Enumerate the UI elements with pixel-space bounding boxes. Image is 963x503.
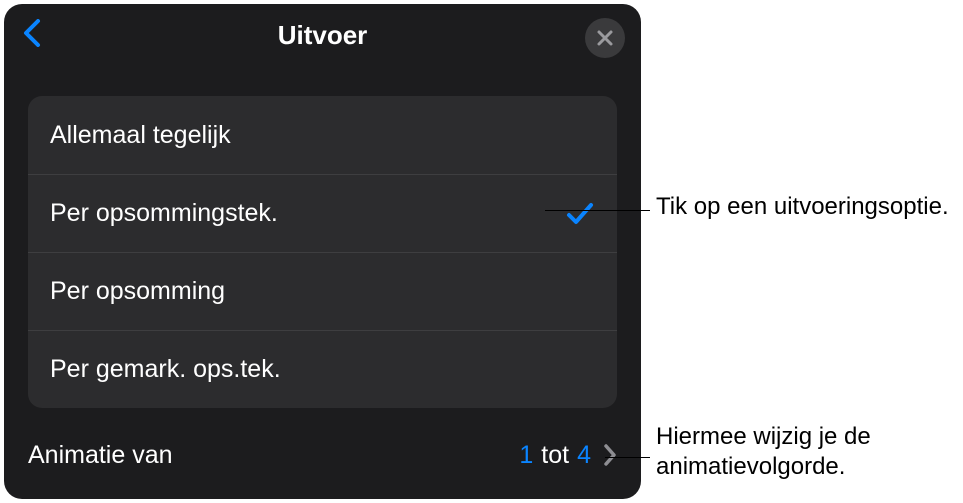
close-button[interactable]	[585, 18, 625, 58]
option-label: Allemaal tegelijk	[50, 121, 231, 150]
back-button[interactable]	[18, 18, 46, 48]
animation-order-row[interactable]: Animatie van 1 tot 4	[28, 431, 617, 479]
option-label: Per opsomming	[50, 277, 225, 306]
checkmark-slot	[565, 199, 595, 229]
checkmark-slot	[565, 355, 595, 385]
close-icon	[596, 29, 614, 47]
delivery-panel: Uitvoer Allemaal tegelijk Per opsommings…	[4, 4, 641, 499]
callout-leader-line	[605, 457, 650, 458]
animation-to-value: 4	[577, 441, 591, 470]
option-all-at-once[interactable]: Allemaal tegelijk	[28, 96, 617, 174]
checkmark-slot	[565, 277, 595, 307]
chevron-left-icon	[23, 19, 41, 47]
callout-option: Tik op een uitvoeringsoptie.	[656, 192, 956, 222]
callout-order-text: Hiermee wijzig je de animatievolgorde.	[656, 423, 871, 480]
animation-from-value: 1	[519, 441, 533, 470]
option-label: Per opsommingstek.	[50, 199, 278, 228]
option-by-highlighted-bullet[interactable]: Per gemark. ops.tek.	[28, 330, 617, 408]
panel-header: Uitvoer	[4, 4, 641, 66]
callout-order: Hiermee wijzig je de animatievolgorde.	[656, 422, 956, 482]
animation-to-word: tot	[541, 441, 569, 470]
animation-order-label: Animatie van	[28, 441, 173, 470]
chevron-right-icon	[603, 444, 617, 466]
panel-title: Uitvoer	[278, 20, 368, 51]
checkmark-slot	[565, 120, 595, 150]
option-by-bullet[interactable]: Per opsommingstek.	[28, 174, 617, 252]
animation-order-value: 1 tot 4	[519, 441, 617, 470]
checkmark-icon	[566, 202, 594, 226]
option-label: Per gemark. ops.tek.	[50, 355, 281, 384]
callout-option-text: Tik op een uitvoeringsoptie.	[656, 193, 949, 220]
option-by-bullet-group[interactable]: Per opsomming	[28, 252, 617, 330]
delivery-option-list: Allemaal tegelijk Per opsommingstek. Per…	[28, 96, 617, 408]
callout-leader-line	[545, 210, 650, 211]
